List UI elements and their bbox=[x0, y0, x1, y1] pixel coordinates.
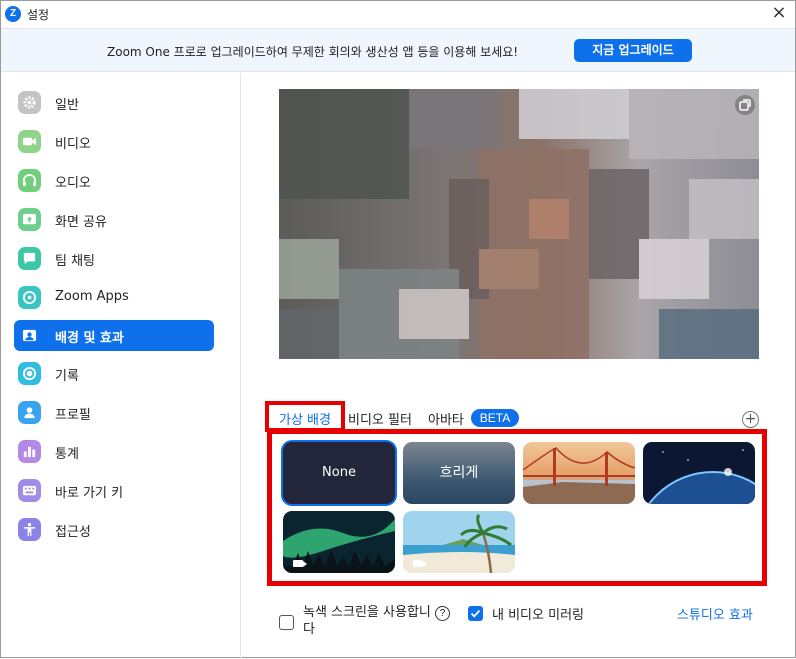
sidebar-item-label: 화면 공유 bbox=[55, 215, 107, 230]
sidebar-item-label: 기록 bbox=[55, 369, 79, 384]
apps-icon bbox=[18, 286, 41, 309]
video-preview bbox=[279, 89, 759, 359]
gear-icon bbox=[18, 91, 41, 114]
mirror-video-checkbox[interactable] bbox=[468, 606, 483, 621]
share-screen-icon bbox=[18, 208, 41, 231]
title-bar: Z 설정 × bbox=[1, 1, 795, 27]
studio-effects-link[interactable]: 스튜디오 효과 bbox=[677, 604, 753, 623]
sidebar-item-accessibility[interactable]: 접근성 bbox=[14, 514, 214, 545]
portrait-icon bbox=[18, 324, 41, 347]
sidebar-item-zoom-apps[interactable]: Zoom Apps bbox=[14, 282, 214, 313]
chat-icon bbox=[18, 247, 41, 270]
sidebar-item-label: 일반 bbox=[55, 98, 79, 113]
video-camera-icon bbox=[18, 130, 41, 153]
accessibility-icon bbox=[18, 518, 41, 541]
mirror-video-label: 내 비디오 미러링 bbox=[492, 608, 584, 623]
stats-icon bbox=[18, 440, 41, 463]
settings-sidebar: 일반 비디오 오디오 화면 공유 팀 채팅 Zoom Apps 배경 및 효과 … bbox=[1, 73, 241, 659]
sidebar-item-profile[interactable]: 프로필 bbox=[14, 397, 214, 428]
add-background-button[interactable]: + bbox=[742, 411, 759, 428]
sidebar-item-label: 배경 및 효과 bbox=[55, 331, 124, 346]
upgrade-now-button[interactable]: 지금 업그레이드 bbox=[574, 39, 692, 62]
sidebar-item-label: 접근성 bbox=[55, 525, 91, 540]
sidebar-item-label: 오디오 bbox=[55, 176, 91, 191]
checkmark-icon bbox=[470, 609, 481, 618]
sidebar-item-recording[interactable]: 기록 bbox=[14, 358, 214, 389]
profile-icon bbox=[18, 401, 41, 424]
banner-text: Zoom One 프로로 업그레이드하여 무제한 회의와 생산성 앱 등을 이용… bbox=[107, 45, 519, 59]
sidebar-item-label: 비디오 bbox=[55, 137, 91, 152]
record-icon bbox=[18, 362, 41, 385]
sidebar-item-background-effects[interactable]: 배경 및 효과 bbox=[14, 320, 214, 351]
sidebar-item-label: Zoom Apps bbox=[55, 289, 129, 304]
help-icon[interactable]: ? bbox=[435, 606, 450, 621]
sidebar-item-label: 프로필 bbox=[55, 408, 91, 423]
sidebar-item-video[interactable]: 비디오 bbox=[14, 126, 214, 157]
sidebar-item-audio[interactable]: 오디오 bbox=[14, 165, 214, 196]
headphones-icon bbox=[18, 169, 41, 192]
sidebar-item-general[interactable]: 일반 bbox=[14, 87, 214, 118]
sidebar-item-label: 바로 가기 키 bbox=[55, 486, 124, 501]
sidebar-item-shortcuts[interactable]: 바로 가기 키 bbox=[14, 475, 214, 506]
rotate-camera-icon[interactable] bbox=[734, 94, 756, 116]
tab-avatars[interactable]: 아바타 bbox=[428, 409, 464, 428]
highlight-box-backgrounds bbox=[267, 429, 767, 586]
tab-video-filters[interactable]: 비디오 필터 bbox=[348, 409, 412, 428]
window-title: 설정 bbox=[27, 8, 50, 22]
highlight-box-tab bbox=[265, 401, 345, 432]
sidebar-item-label: 팀 채팅 bbox=[55, 254, 96, 269]
sidebar-item-team-chat[interactable]: 팀 채팅 bbox=[14, 243, 214, 274]
green-screen-label: 녹색 스크린을 사용합니다 bbox=[303, 605, 431, 637]
zoom-logo-icon: Z bbox=[5, 6, 21, 22]
green-screen-checkbox[interactable] bbox=[279, 615, 294, 630]
sidebar-item-statistics[interactable]: 통계 bbox=[14, 436, 214, 467]
close-button[interactable]: × bbox=[771, 4, 787, 22]
settings-window: Z 설정 × Zoom One 프로로 업그레이드하여 무제한 회의와 생산성 … bbox=[0, 0, 796, 659]
sidebar-item-label: 통계 bbox=[55, 447, 79, 462]
beta-badge: BETA bbox=[471, 409, 519, 427]
pixelated-camera-image bbox=[279, 89, 759, 359]
sidebar-item-share-screen[interactable]: 화면 공유 bbox=[14, 204, 214, 235]
upgrade-banner: Zoom One 프로로 업그레이드하여 무제한 회의와 생산성 앱 등을 이용… bbox=[1, 28, 795, 72]
keyboard-icon bbox=[18, 479, 41, 502]
